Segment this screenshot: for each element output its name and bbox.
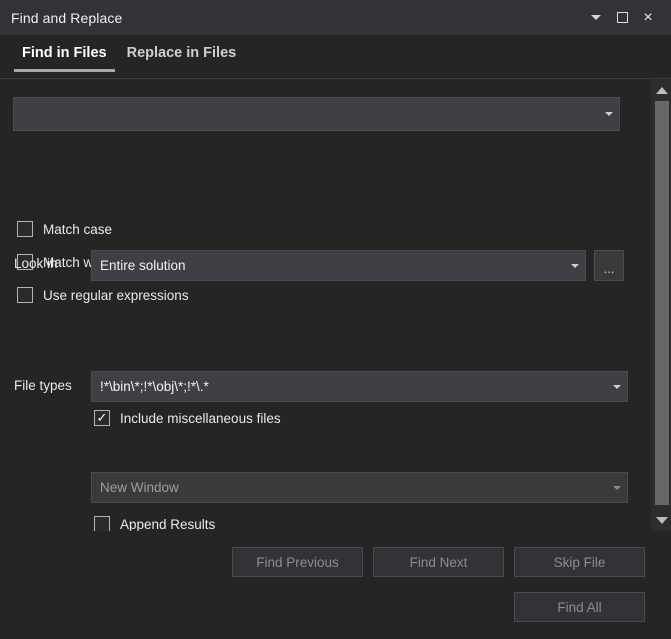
file-types-input[interactable]: !*\bin\*;!*\obj\*;!*\.*: [91, 371, 628, 402]
tab-find-in-files[interactable]: Find in Files: [12, 35, 117, 79]
close-icon: ×: [643, 8, 653, 26]
checkbox-use-regular-expressions-label: Use regular expressions: [43, 287, 189, 303]
chevron-down-icon[interactable]: [613, 384, 621, 389]
browse-button-label: ...: [603, 261, 615, 276]
checkbox-use-regular-expressions[interactable]: Use regular expressions: [17, 284, 189, 306]
checkbox-box: [17, 221, 33, 237]
chevron-down-icon[interactable]: [571, 263, 579, 268]
check-icon: ✓: [96, 410, 108, 425]
find-all-button-label: Find All: [557, 599, 602, 615]
title-bar: Find and Replace ×: [0, 0, 671, 35]
scrollbar-thumb[interactable]: [655, 101, 669, 505]
footer-button-bar: Find Previous Find Next Skip File Find A…: [0, 531, 671, 639]
chevron-down-icon: [591, 15, 601, 20]
tab-replace-in-files-label: Replace in Files: [126, 45, 237, 61]
find-all-button[interactable]: Find All: [514, 592, 645, 622]
close-button[interactable]: ×: [635, 0, 661, 35]
checkbox-box: ✓: [94, 410, 110, 426]
browse-button[interactable]: ...: [594, 250, 624, 281]
dialog-body: Match case Match whole word Use regular …: [0, 79, 671, 532]
checkbox-box: [17, 287, 33, 303]
checkbox-box: [94, 516, 110, 532]
dropdown-button[interactable]: [583, 0, 609, 35]
look-in-value: Entire solution: [100, 258, 186, 273]
look-in-caption: Look in: [14, 256, 58, 271]
scroll-content: Match case Match whole word Use regular …: [0, 79, 634, 532]
result-window-value: New Window: [100, 480, 179, 495]
file-types-caption: File types: [14, 378, 72, 393]
restore-icon: [616, 12, 628, 23]
look-in-dropdown[interactable]: Entire solution: [91, 250, 586, 281]
window-controls: ×: [583, 0, 671, 35]
scroll-down-button[interactable]: [654, 512, 670, 528]
restore-button[interactable]: [609, 0, 635, 35]
triangle-down-icon: [656, 516, 668, 524]
window-title: Find and Replace: [11, 9, 123, 26]
result-window-dropdown[interactable]: New Window: [91, 472, 628, 503]
tab-replace-in-files[interactable]: Replace in Files: [117, 35, 247, 79]
search-input[interactable]: [13, 97, 620, 131]
tab-find-in-files-label: Find in Files: [22, 45, 107, 61]
find-next-button-label: Find Next: [409, 554, 468, 570]
find-previous-button[interactable]: Find Previous: [232, 547, 363, 577]
chevron-down-icon[interactable]: [605, 112, 613, 116]
triangle-up-icon: [656, 86, 668, 94]
scroll-up-button[interactable]: [654, 82, 670, 98]
vertical-scrollbar[interactable]: [651, 79, 671, 531]
skip-file-button[interactable]: Skip File: [514, 547, 645, 577]
find-next-button[interactable]: Find Next: [373, 547, 504, 577]
checkbox-append-results-label: Append Results: [120, 516, 216, 532]
chevron-down-icon[interactable]: [613, 485, 621, 490]
skip-file-button-label: Skip File: [553, 554, 606, 570]
file-types-value: !*\bin\*;!*\obj\*;!*\.*: [100, 379, 209, 394]
checkbox-match-case[interactable]: Match case: [17, 218, 112, 240]
tab-strip: Find in Files Replace in Files: [0, 35, 671, 79]
checkbox-match-case-label: Match case: [43, 221, 113, 237]
checkbox-include-miscellaneous-files[interactable]: ✓ Include miscellaneous files: [94, 407, 281, 429]
checkbox-include-miscellaneous-files-label: Include miscellaneous files: [120, 410, 281, 426]
find-previous-button-label: Find Previous: [256, 554, 339, 570]
